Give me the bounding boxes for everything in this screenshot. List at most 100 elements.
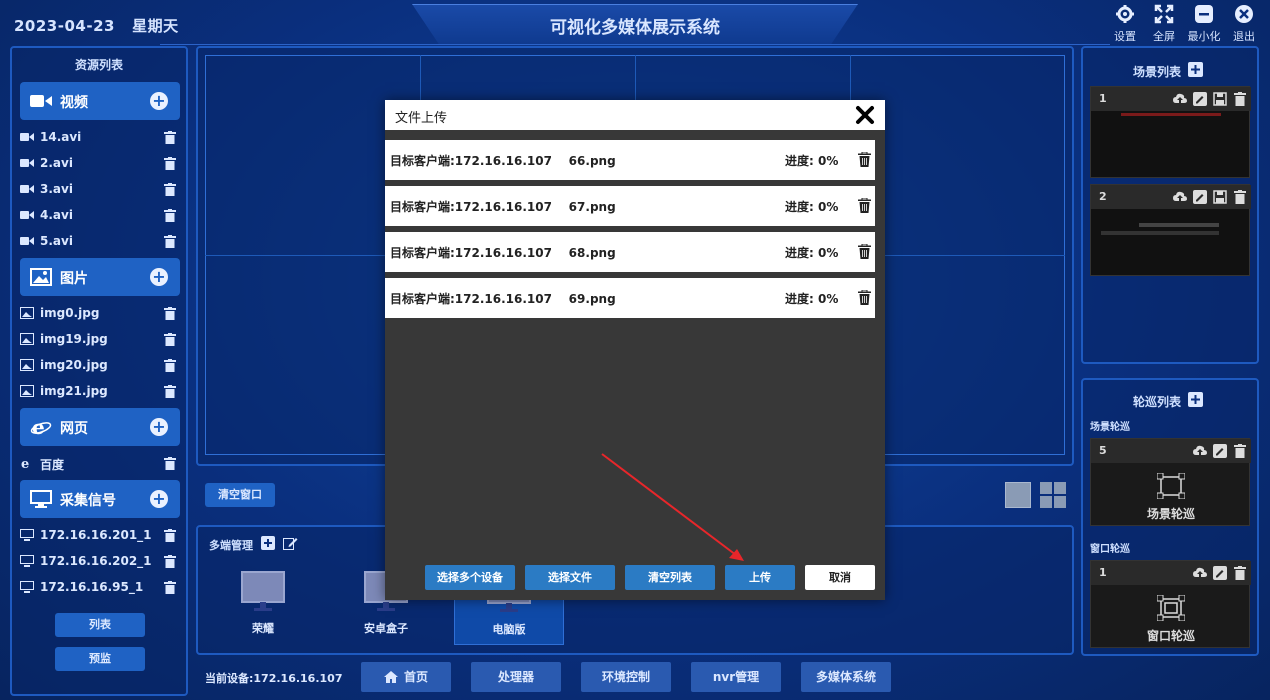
category-image[interactable]: 图片 + (20, 258, 180, 296)
page-title: 可视化多媒体展示系统 (550, 18, 720, 38)
trash-icon[interactable] (164, 209, 176, 222)
trash-icon[interactable] (1233, 566, 1247, 580)
nav-nvr[interactable]: nvr管理 (691, 662, 781, 692)
select-file-button[interactable]: 选择文件 (525, 565, 615, 590)
edit-icon[interactable] (1213, 566, 1227, 580)
quad-layout-button[interactable] (1040, 482, 1066, 508)
list-item-label: 172.16.16.95_1 (40, 580, 144, 594)
nav-environment[interactable]: 环境控制 (581, 662, 671, 692)
trash-icon[interactable] (164, 333, 176, 346)
list-item[interactable]: 5.avi (20, 232, 180, 252)
category-capture[interactable]: 采集信号 + (20, 480, 180, 518)
list-item[interactable]: e 百度 (20, 454, 180, 474)
list-item[interactable]: 172.16.16.95_1 (20, 578, 180, 598)
save-icon[interactable] (1213, 92, 1227, 106)
video-camera-icon (20, 185, 34, 193)
list-button[interactable]: 列表 (55, 613, 145, 637)
trash-icon[interactable] (164, 131, 176, 144)
preview-button[interactable]: 预监 (55, 647, 145, 671)
list-item-label: img19.jpg (40, 332, 108, 346)
add-video-button[interactable]: + (150, 92, 168, 110)
trash-icon[interactable] (164, 581, 176, 594)
trash-icon[interactable] (164, 157, 176, 170)
edit-icon[interactable] (1213, 444, 1227, 458)
list-item[interactable]: img20.jpg (20, 356, 180, 376)
list-item[interactable]: 172.16.16.201_1 (20, 526, 180, 546)
home-icon (383, 671, 398, 683)
minimize-button[interactable]: 最小化 (1186, 4, 1222, 44)
add-image-button[interactable]: + (150, 268, 168, 286)
exit-label: 退出 (1233, 30, 1255, 43)
list-item-label: 5.avi (40, 234, 73, 248)
nav-multimedia[interactable]: 多媒体系统 (801, 662, 891, 692)
save-icon[interactable] (1213, 190, 1227, 204)
trash-icon[interactable] (164, 235, 176, 248)
trash-icon[interactable] (1233, 190, 1247, 204)
trash-icon[interactable] (164, 457, 176, 470)
category-video-label: 视频 (60, 95, 88, 111)
edit-icon[interactable] (1193, 190, 1207, 204)
category-video[interactable]: 视频 + (20, 82, 180, 120)
upload-file-row: 目标客户端:172.16.16.107 69.png 进度: 0% (385, 278, 875, 318)
trash-icon[interactable] (164, 555, 176, 568)
scene-tour-card[interactable]: 5 场景轮巡 (1090, 438, 1251, 526)
scene-card[interactable]: 2 (1090, 184, 1251, 276)
list-item[interactable]: 4.avi (20, 206, 180, 226)
gear-icon (1116, 5, 1134, 23)
add-scene-button[interactable] (1188, 62, 1203, 77)
list-item[interactable]: img21.jpg (20, 382, 180, 402)
tour-card-number: 5 (1099, 444, 1107, 457)
list-item[interactable]: 172.16.16.202_1 (20, 552, 180, 572)
trash-icon[interactable] (858, 152, 871, 167)
list-item-label: 4.avi (40, 208, 73, 222)
scene-card[interactable]: 1 (1090, 86, 1251, 178)
clear-list-button[interactable]: 清空列表 (625, 565, 715, 590)
clear-window-button[interactable]: 清空窗口 (205, 483, 275, 507)
settings-label: 设置 (1114, 30, 1136, 43)
list-item[interactable]: 2.avi (20, 154, 180, 174)
scene-list-title: 场景列表 (1133, 65, 1182, 79)
select-multiple-devices-button[interactable]: 选择多个设备 (425, 565, 515, 590)
trash-icon[interactable] (858, 290, 871, 305)
add-terminal-button[interactable] (261, 536, 275, 550)
nav-processor[interactable]: 处理器 (471, 662, 561, 692)
fullscreen-button[interactable]: 全屏 (1146, 4, 1182, 44)
window-tour-card[interactable]: 1 窗口轮巡 (1090, 560, 1251, 648)
add-web-button[interactable]: + (150, 418, 168, 436)
close-icon[interactable] (855, 105, 875, 125)
edit-icon[interactable] (283, 536, 298, 550)
cloud-upload-icon[interactable] (1173, 92, 1187, 106)
trash-icon[interactable] (164, 385, 176, 398)
trash-icon[interactable] (164, 307, 176, 320)
list-item[interactable]: 14.avi (20, 128, 180, 148)
cloud-upload-icon[interactable] (1193, 566, 1207, 580)
cloud-upload-icon[interactable] (1193, 444, 1207, 458)
trash-icon[interactable] (164, 529, 176, 542)
list-item[interactable]: img19.jpg (20, 330, 180, 350)
single-layout-button[interactable] (1005, 482, 1031, 508)
cancel-button[interactable]: 取消 (805, 565, 875, 590)
date-display: 2023-04-23 星期天 (14, 15, 179, 36)
trash-icon[interactable] (1233, 92, 1247, 106)
exit-button[interactable]: 退出 (1226, 4, 1262, 44)
nav-home[interactable]: 首页 (361, 662, 451, 692)
cloud-upload-icon[interactable] (1173, 190, 1187, 204)
file-row-progress: 进度: 0% (785, 246, 839, 260)
monitor-icon (241, 571, 285, 611)
list-item[interactable]: 3.avi (20, 180, 180, 200)
list-item-label: 百度 (40, 458, 65, 472)
device-honor[interactable]: 荣耀 (208, 570, 318, 645)
upload-button[interactable]: 上传 (725, 565, 795, 590)
category-web[interactable]: e 网页 + (20, 408, 180, 446)
list-item[interactable]: img0.jpg (20, 304, 180, 324)
add-tour-button[interactable] (1188, 392, 1203, 407)
trash-icon[interactable] (1233, 444, 1247, 458)
trash-icon[interactable] (858, 198, 871, 213)
trash-icon[interactable] (164, 183, 176, 196)
add-capture-button[interactable]: + (150, 490, 168, 508)
upload-file-row: 目标客户端:172.16.16.107 67.png 进度: 0% (385, 186, 875, 226)
trash-icon[interactable] (858, 244, 871, 259)
edit-icon[interactable] (1193, 92, 1207, 106)
trash-icon[interactable] (164, 359, 176, 372)
settings-button[interactable]: 设置 (1107, 4, 1143, 44)
